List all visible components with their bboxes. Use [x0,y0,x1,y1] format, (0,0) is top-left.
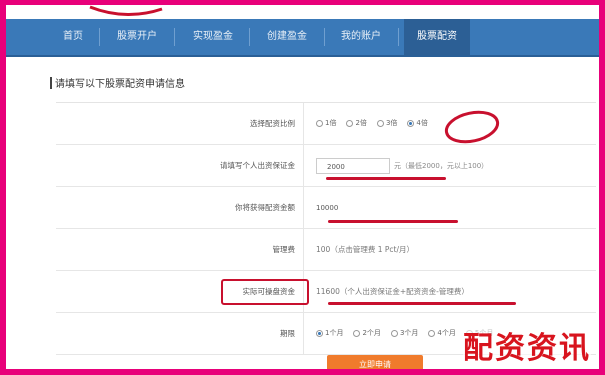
field-label: 你将获得配资金额 [56,187,304,228]
ratio-radio-group: 1倍 2倍 3倍 4倍 [316,103,428,144]
scribble-annotation-icon [89,5,163,17]
nav-item-open-account[interactable]: 股票开户 [106,19,168,55]
radio-option[interactable]: 3倍 [376,103,397,144]
form-row-actual: 实际可操盘资金 11600（个人出资保证金+配资资金-管理费） [56,271,596,313]
deposit-hint: 元（最低2000，元以上100） [394,162,489,170]
nav-item-create[interactable]: 创建盈金 [256,19,318,55]
nav-separator [99,28,100,46]
nav-item-home[interactable]: 首页 [54,19,92,55]
radio-icon [316,120,323,127]
circle-annotation-icon [444,110,500,144]
top-nav: 首页 股票开户 实现盈金 创建盈金 我的账户 股票配资 [6,19,599,57]
form-row-deposit: 请填写个人出资保证金 2000 元（最低2000，元以上100） [56,145,596,187]
radio-icon [353,330,361,337]
amount-value: 10000 [316,204,339,212]
radio-icon [346,120,354,127]
section-title: 请填写以下股票配资申请信息 [50,75,185,90]
radio-icon [376,120,384,127]
nav-separator [174,28,175,46]
form-row-fee: 管理费 100（点击管理费 1 Pct/月） [56,229,596,271]
field-label: 期限 [56,313,304,354]
radio-icon [316,330,323,337]
field-label: 管理费 [56,229,304,270]
underline-mark [328,220,458,223]
section-title-text: 请填写以下股票配资申请信息 [55,79,185,90]
radio-option[interactable]: 1倍 [316,103,336,144]
deposit-input[interactable]: 2000 [316,158,390,174]
radio-icon [390,330,398,337]
nav-separator [324,28,325,46]
nav-item-realize[interactable]: 实现盈金 [182,19,244,55]
radio-option-selected[interactable]: 4倍 [407,103,428,144]
radio-option[interactable]: 3个月 [390,313,418,354]
radio-option[interactable]: 2倍 [346,103,367,144]
watermark-logo: 配资资讯 [463,323,591,367]
field-label: 请填写个人出资保证金 [56,145,304,186]
actual-value: 11600（个人出资保证金+配资资金-管理费） [316,287,469,296]
form-row-amount: 你将获得配资金额 10000 [56,187,596,229]
radio-option[interactable]: 4个月 [428,313,456,354]
highlight-box [221,279,309,305]
underline-mark [328,302,516,305]
application-form: 选择配资比例 1倍 2倍 3倍 4倍 请填写个人出资保证金 2000 元（最低20… [56,102,596,355]
radio-icon [428,330,436,337]
nav-item-my-account[interactable]: 我的账户 [330,19,392,55]
title-bar-icon [50,77,52,89]
submit-button[interactable]: 立即申请 [327,355,423,369]
form-row-ratio: 选择配资比例 1倍 2倍 3倍 4倍 [56,103,596,145]
nav-separator [249,28,250,46]
radio-option[interactable]: 2个月 [353,313,381,354]
radio-option-selected[interactable]: 1个月 [316,313,343,354]
page: 首页 股票开户 实现盈金 创建盈金 我的账户 股票配资 请填写以下股票配资申请信… [6,5,599,369]
underline-mark [326,177,446,180]
field-label: 选择配资比例 [56,103,304,144]
fee-value: 100（点击管理费 1 Pct/月） [316,245,414,254]
nav-item-stock-margin[interactable]: 股票配资 [404,19,470,55]
radio-icon [407,120,415,127]
nav-separator [398,28,399,46]
